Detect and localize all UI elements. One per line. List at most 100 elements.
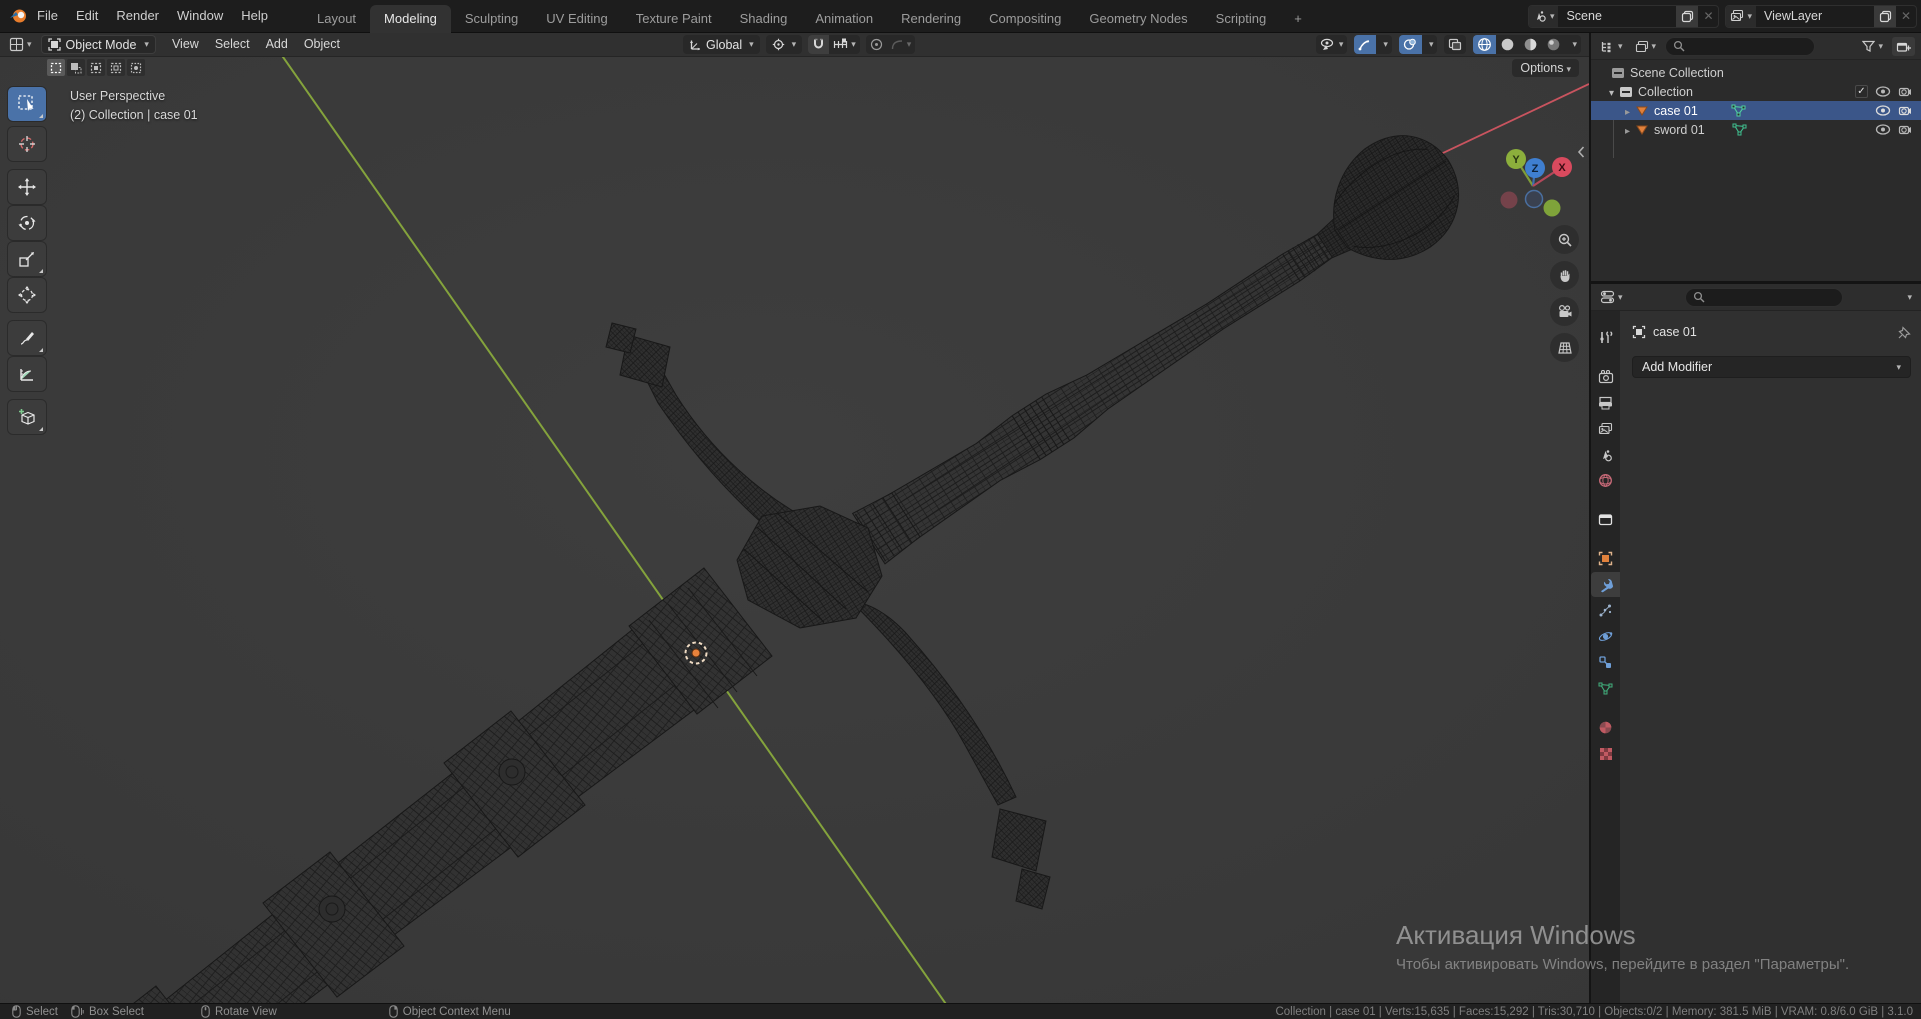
- select-mode-invert[interactable]: [107, 59, 125, 76]
- tab-rendering[interactable]: Rendering: [887, 5, 975, 33]
- tool-rotate[interactable]: [8, 206, 46, 240]
- expand-icon[interactable]: [1609, 85, 1614, 99]
- viewlayer-remove-icon[interactable]: ✕: [1896, 9, 1916, 23]
- axis-neg-z-ball[interactable]: [1524, 189, 1544, 209]
- expand-icon[interactable]: [1625, 104, 1630, 118]
- tab-texture-paint[interactable]: Texture Paint: [622, 5, 726, 33]
- tool-add-cube[interactable]: [8, 400, 46, 434]
- tab-constraints[interactable]: [1591, 650, 1620, 675]
- shading-material-toggle[interactable]: [1519, 35, 1542, 54]
- expand-icon[interactable]: [1625, 123, 1630, 137]
- pivot-point-dropdown[interactable]: [765, 35, 803, 54]
- scene-browse-icon[interactable]: [1528, 5, 1559, 27]
- tab-modeling[interactable]: Modeling: [370, 4, 451, 33]
- tab-object-data[interactable]: [1591, 676, 1620, 701]
- tab-uv-editing[interactable]: UV Editing: [532, 5, 621, 33]
- pan-button[interactable]: [1550, 261, 1579, 290]
- select-mode-extend[interactable]: [67, 59, 85, 76]
- properties-search-input[interactable]: [1684, 287, 1843, 307]
- snap-settings-dropdown[interactable]: [829, 35, 860, 54]
- tab-geometry-nodes[interactable]: Geometry Nodes: [1075, 5, 1201, 33]
- navigation-gizmo[interactable]: Y Z X: [1490, 143, 1586, 230]
- proportional-editing-toggle[interactable]: [866, 35, 887, 54]
- axis-neg-y-ball[interactable]: [1543, 199, 1561, 217]
- mode-dropdown[interactable]: Object Mode: [40, 35, 156, 54]
- tab-physics[interactable]: [1591, 624, 1620, 649]
- viewlayer-browse-icon[interactable]: [1726, 5, 1756, 27]
- outliner-filter-icon[interactable]: [1859, 39, 1886, 53]
- menu-help[interactable]: Help: [232, 0, 277, 32]
- blender-logo-icon[interactable]: [8, 6, 28, 26]
- axis-z-ball[interactable]: Z: [1525, 158, 1545, 178]
- outliner-row-scene-collection[interactable]: Scene Collection: [1591, 63, 1921, 82]
- render-camera-icon[interactable]: [1898, 86, 1912, 98]
- menu-edit[interactable]: Edit: [67, 0, 107, 32]
- menu-select[interactable]: Select: [207, 33, 258, 56]
- show-object-types-dropdown[interactable]: [1315, 35, 1348, 54]
- scene-name[interactable]: Scene: [1558, 9, 1676, 23]
- viewlayer-name[interactable]: ViewLayer: [1756, 9, 1874, 23]
- add-modifier-dropdown[interactable]: Add Modifier: [1632, 356, 1911, 378]
- hide-eye-icon[interactable]: [1875, 124, 1891, 135]
- tab-world[interactable]: [1591, 468, 1620, 493]
- outliner-search-input[interactable]: [1665, 36, 1816, 56]
- properties-editor-type-icon[interactable]: [1597, 289, 1626, 305]
- scene-new-copy-icon[interactable]: [1676, 5, 1699, 27]
- shading-solid-toggle[interactable]: [1496, 35, 1519, 54]
- menu-window[interactable]: Window: [168, 0, 232, 32]
- snap-toggle[interactable]: [808, 35, 830, 54]
- shading-wireframe-toggle[interactable]: [1473, 35, 1497, 54]
- axis-neg-x-ball[interactable]: [1500, 191, 1518, 209]
- menu-view[interactable]: View: [164, 33, 207, 56]
- tool-annotate[interactable]: [8, 321, 46, 355]
- menu-add[interactable]: Add: [258, 33, 296, 56]
- tab-layout[interactable]: Layout: [303, 5, 370, 33]
- tool-transform[interactable]: [8, 278, 46, 312]
- viewlayer-new-copy-icon[interactable]: [1874, 5, 1896, 27]
- tab-tool[interactable]: [1591, 325, 1620, 350]
- hide-eye-icon[interactable]: [1875, 105, 1891, 116]
- select-mode-subtract[interactable]: [87, 59, 105, 76]
- viewport-canvas[interactable]: Options User Perspective (2) Collection …: [0, 57, 1589, 1003]
- tool-measure[interactable]: [8, 357, 46, 391]
- sidebar-collapse-icon[interactable]: [1576, 145, 1586, 164]
- camera-view-button[interactable]: [1550, 297, 1579, 326]
- collection-checkbox[interactable]: [1855, 85, 1868, 98]
- tab-animation[interactable]: Animation: [801, 5, 887, 33]
- shading-dropdown[interactable]: [1565, 35, 1581, 54]
- tab-modifiers[interactable]: [1591, 572, 1620, 597]
- tab-material[interactable]: [1591, 715, 1620, 740]
- tab-output[interactable]: [1591, 390, 1620, 415]
- breadcrumb-object-name[interactable]: case 01: [1653, 325, 1697, 339]
- perspective-toggle-button[interactable]: [1550, 333, 1579, 362]
- zoom-button[interactable]: [1550, 225, 1579, 254]
- render-camera-icon[interactable]: [1898, 105, 1912, 117]
- select-mode-set[interactable]: [47, 59, 65, 76]
- tab-shading[interactable]: Shading: [726, 5, 802, 33]
- tab-scene[interactable]: [1591, 442, 1620, 467]
- menu-object[interactable]: Object: [296, 33, 348, 56]
- new-collection-button[interactable]: [1892, 36, 1915, 56]
- options-button[interactable]: Options: [1512, 59, 1579, 77]
- hide-eye-icon[interactable]: [1875, 86, 1891, 97]
- tool-cursor[interactable]: [8, 127, 46, 161]
- menu-file[interactable]: File: [28, 0, 67, 32]
- outliner-row-case-01[interactable]: case 01: [1591, 101, 1921, 120]
- tab-render[interactable]: [1591, 364, 1620, 389]
- gizmos-dropdown[interactable]: [1376, 35, 1392, 54]
- tab-compositing[interactable]: Compositing: [975, 5, 1075, 33]
- outliner-filter-restriction-icon[interactable]: [1632, 39, 1660, 54]
- render-camera-icon[interactable]: [1898, 124, 1912, 136]
- shading-rendered-toggle[interactable]: [1542, 35, 1565, 54]
- tool-move[interactable]: [8, 170, 46, 204]
- tab-particles[interactable]: [1591, 598, 1620, 623]
- outliner-row-collection[interactable]: Collection: [1591, 82, 1921, 101]
- outliner-display-mode-icon[interactable]: [1597, 39, 1626, 54]
- select-mode-intersect[interactable]: [127, 59, 145, 76]
- axis-y-ball[interactable]: Y: [1506, 149, 1526, 169]
- overlays-dropdown[interactable]: [1422, 35, 1438, 54]
- tool-select-box[interactable]: [8, 87, 46, 121]
- outliner-row-sword-01[interactable]: sword 01: [1591, 120, 1921, 139]
- menu-render[interactable]: Render: [107, 0, 168, 32]
- editor-type-icon[interactable]: [6, 36, 35, 53]
